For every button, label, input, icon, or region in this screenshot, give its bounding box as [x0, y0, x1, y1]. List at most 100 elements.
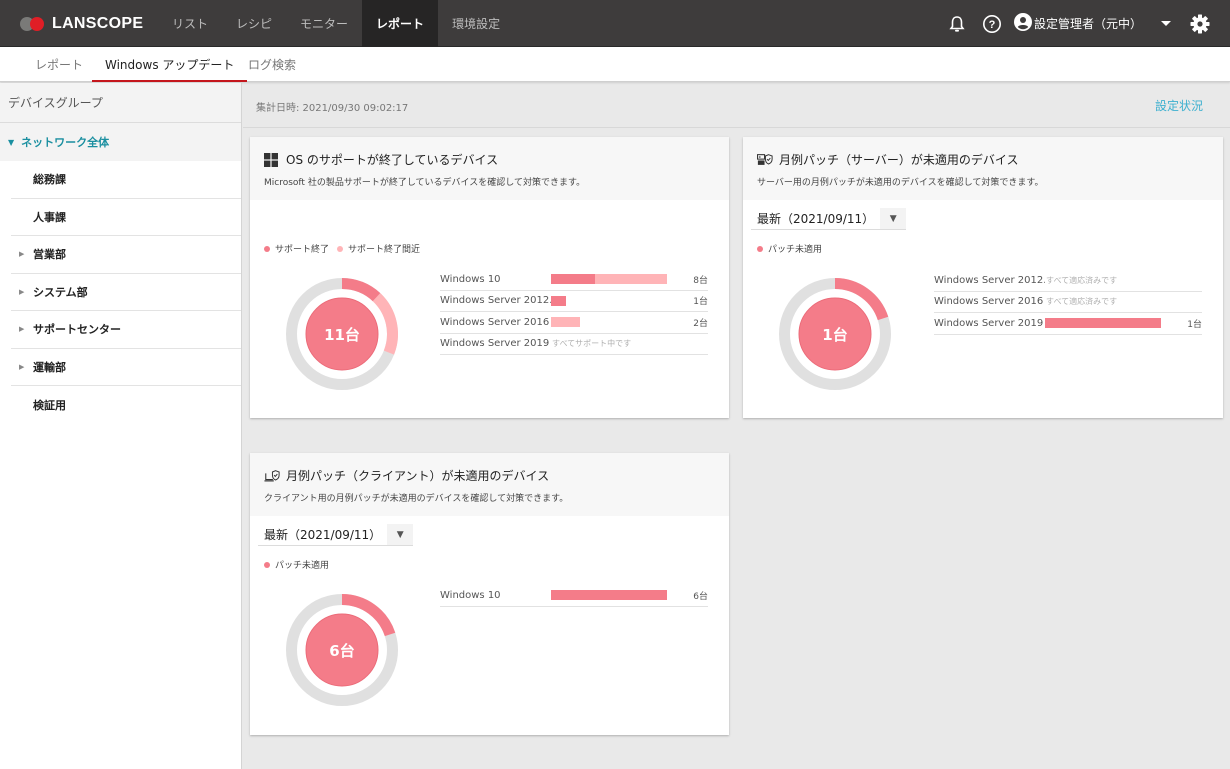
device-count: 1台: [1187, 319, 1202, 330]
legend-item-unpatched: パッチ未適用: [757, 242, 822, 255]
chevron-down-icon[interactable]: ▼: [387, 524, 414, 545]
row-note: すべて適応済みです: [1046, 275, 1118, 285]
patch-date-select[interactable]: 最新（2021/09/11） ▼: [258, 524, 414, 546]
os-breakdown-list: Windows Server 2012... すべて適応済みです Windows S…: [934, 270, 1202, 335]
logo-text: LANSCOPE: [52, 15, 144, 32]
os-row[interactable]: Windows Server 2012... すべて適応済みです: [934, 270, 1202, 292]
sidebar-item-label: 運輸部: [33, 360, 66, 374]
settings-status-link[interactable]: 設定状況: [1155, 97, 1203, 114]
user-menu[interactable]: 設定管理者（元中）: [1013, 13, 1142, 34]
donut-chart: 11台: [286, 278, 398, 390]
windows-icon: [264, 152, 280, 167]
account-icon: [1013, 13, 1032, 34]
sidebar-item[interactable]: ▶ 運輸部: [11, 349, 241, 386]
device-count: 1台: [693, 297, 708, 308]
device-count-bar: [551, 317, 580, 328]
os-name: Windows Server 2016: [934, 296, 1044, 308]
bar-segment-near-end: [551, 317, 580, 328]
tab-report[interactable]: レポート: [35, 47, 83, 81]
nav-item-report[interactable]: レポート: [362, 0, 439, 47]
main-nav: リスト レシピ モニター レポート 環境設定: [158, 0, 514, 47]
card-description: Microsoft 社の製品サポートが終了しているデバイスを確認して対策できます…: [264, 178, 586, 188]
sidebar-item-label: システム部: [33, 285, 88, 299]
collapsed-caret-icon[interactable]: ▶: [11, 250, 33, 258]
svg-text:?: ?: [989, 19, 996, 31]
user-name: 設定管理者（元中）: [1033, 17, 1142, 31]
collapsed-caret-icon[interactable]: ▶: [11, 325, 33, 333]
donut-total-label: 6台: [329, 641, 355, 660]
sidebar-item-label: 人事課: [33, 210, 66, 224]
device-count-bar: [1045, 318, 1161, 329]
os-row[interactable]: Windows Server 2016 すべて適応済みです: [934, 292, 1202, 313]
bell-icon[interactable]: [945, 12, 969, 36]
chevron-down-icon[interactable]: ▼: [880, 208, 907, 229]
nav-item-settings[interactable]: 環境設定: [438, 0, 514, 47]
os-row[interactable]: Windows Server 2019 すべてサポート中です: [440, 334, 708, 355]
collapsed-caret-icon[interactable]: ▶: [11, 288, 33, 296]
card-title: 月例パッチ（クライアント）が未適用のデバイス: [286, 469, 550, 483]
os-row[interactable]: Windows 10 8台: [440, 269, 708, 291]
card-title: OS のサポートが終了しているデバイス: [286, 153, 499, 167]
expanded-caret-icon[interactable]: ▼: [8, 138, 14, 147]
device-count-bar: [551, 295, 566, 306]
sidebar-item[interactable]: ▶ 営業部: [11, 236, 241, 274]
os-name: Windows Server 2012...: [934, 274, 1045, 286]
aggregation-timestamp: 集計日時: 2021/09/30 09:02:17: [256, 103, 409, 114]
nav-item-list[interactable]: リスト: [158, 0, 222, 47]
os-row[interactable]: Windows Server 2012... 1台: [440, 291, 708, 312]
device-count-bar: [551, 590, 667, 601]
os-name: Windows Server 2019: [440, 338, 550, 350]
tab-windows-update[interactable]: Windows アップデート: [92, 47, 248, 82]
sidebar-item-network-all[interactable]: ▼ ネットワーク全体: [0, 123, 241, 161]
sidebar-item[interactable]: 人事課: [11, 199, 241, 236]
main-content: 集計日時: 2021/09/30 09:02:17 設定状況 OS のサポートが…: [243, 83, 1230, 769]
sidebar-item-label: 営業部: [33, 248, 66, 262]
os-name: Windows Server 2016: [440, 316, 550, 328]
os-breakdown-list: Windows 10 8台 Windows Server 2012... 1台 Wind…: [440, 269, 708, 355]
os-name: Windows Server 2012...: [440, 295, 551, 307]
device-count: 2台: [693, 318, 708, 329]
device-count: 6台: [693, 591, 708, 602]
os-row[interactable]: Windows Server 2019 1台: [934, 313, 1202, 335]
collapsed-caret-icon[interactable]: ▶: [11, 363, 33, 371]
patch-date-select[interactable]: 最新（2021/09/11） ▼: [751, 208, 907, 230]
bar-segment-ended: [551, 590, 667, 601]
chart-legend: パッチ未適用: [757, 242, 830, 255]
sidebar-item[interactable]: 総務課: [11, 161, 241, 199]
sidebar-item-label: 検証用: [33, 398, 66, 412]
sidebar-item[interactable]: 検証用: [11, 386, 241, 424]
os-row[interactable]: Windows 10 6台: [440, 585, 708, 607]
os-name: Windows 10: [440, 589, 501, 601]
tab-log-search[interactable]: ログ検索: [248, 47, 296, 81]
os-name: Windows 10: [440, 273, 501, 285]
os-row[interactable]: Windows Server 2016 2台: [440, 312, 708, 334]
sidebar-item[interactable]: ▶ システム部: [11, 274, 241, 311]
gear-icon[interactable]: [1188, 12, 1212, 36]
device-group-sidebar: デバイスグループ ▼ ネットワーク全体 総務課 人事課 ▶ 営業部 ▶ システム部 ▶ サポー…: [0, 83, 242, 769]
legend-item-unpatched: パッチ未適用: [264, 558, 329, 571]
summary-header: 集計日時: 2021/09/30 09:02:17 設定状況: [243, 83, 1230, 128]
legend-item-near-end: サポート終了間近: [337, 242, 420, 255]
bar-segment-ended: [551, 295, 566, 306]
client-patch-card: 月例パッチ（クライアント）が未適用のデバイス クライアント用の月例パッチが未適用…: [250, 453, 729, 735]
bar-segment-ended: [1045, 318, 1161, 329]
help-icon[interactable]: ?: [980, 12, 1004, 36]
sidebar-item[interactable]: ▶ サポートセンター: [11, 311, 241, 349]
nav-item-recipe[interactable]: レシピ: [222, 0, 286, 47]
sidebar-item-label: 総務課: [33, 173, 66, 187]
sidebar-item-label: ネットワーク全体: [21, 136, 110, 149]
server-shield-icon: [757, 153, 773, 167]
nav-item-monitor[interactable]: モニター: [286, 0, 362, 47]
bar-segment-ended: [551, 274, 595, 285]
lanscope-logo[interactable]: LANSCOPE: [20, 14, 143, 34]
sidebar-item-label: サポートセンター: [33, 323, 121, 337]
chevron-down-icon[interactable]: [1154, 12, 1178, 36]
chart-legend: サポート終了 サポート終了間近: [264, 242, 428, 255]
donut-total-label: 11台: [324, 325, 360, 344]
sub-tab-bar: レポート Windows アップデート ログ検索: [0, 47, 1230, 82]
row-note: すべてサポート中です: [552, 339, 632, 349]
donut-chart: 6台: [286, 594, 398, 706]
top-nav-bar: LANSCOPE リスト レシピ モニター レポート 環境設定 ? 設定管理者（…: [0, 0, 1230, 47]
os-name: Windows Server 2019: [934, 317, 1044, 329]
select-value: 最新（2021/09/11）: [264, 528, 382, 542]
